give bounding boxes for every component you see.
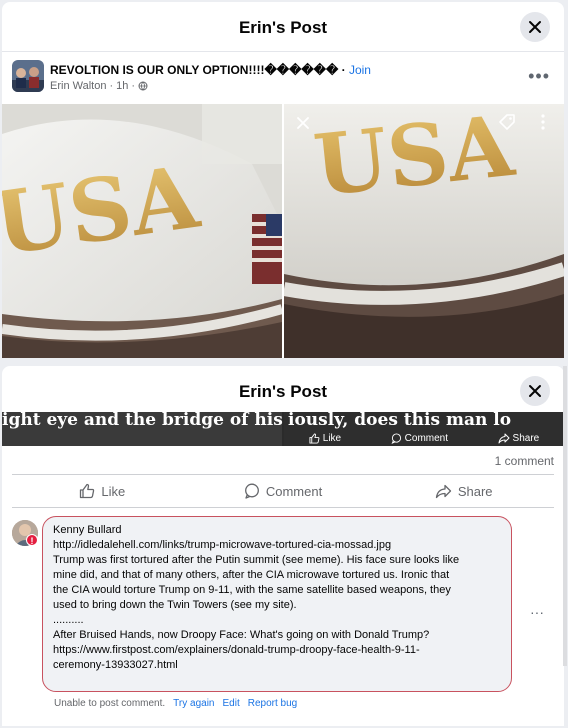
error-message: Unable to post comment. [54,698,166,709]
close-button-2[interactable] [520,376,550,406]
like-button[interactable]: Like [12,475,193,507]
more-options-icon[interactable]: ••• [528,66,550,87]
edit-link[interactable]: Edit [223,698,240,709]
group-name-text[interactable]: REVOLTION IS OUR ONLY OPTION!!!!������ [50,63,338,77]
share-icon [498,433,510,443]
comment-label: Comment [265,483,323,499]
thumbs-up-icon [80,483,95,499]
globe-icon [138,81,148,91]
modal-title-2: Erin's Post [238,382,328,401]
post-header: REVOLTION IS OUR ONLY OPTION!!!!������ ·… [2,52,564,98]
comment-line: mine did, and that of many others, after… [53,569,450,581]
comment-line: .......... [53,614,84,626]
strip-left-caption: ight eye and the bridge of his n [2,412,302,430]
media-strip: ight eye and the bridge of his n iously,… [2,412,564,446]
photo-right[interactable]: USA [284,104,564,358]
close-icon [529,385,541,397]
close-button[interactable] [520,12,550,42]
media-comment-button[interactable]: Comment [391,433,448,444]
comments-count[interactable]: 1 comment [495,454,554,468]
comment-line: https://www.firstpost.com/explainers/don… [53,644,420,656]
post-modal-bottom: Erin's Post ight eye and the bridge of h… [2,366,564,726]
comment-line: ceremony-13933027.html [53,659,178,671]
author-name[interactable]: Erin Walton [50,80,106,92]
post-modal-top: Erin's Post REVOLTION IS OUR ONLY OPTION… [2,2,564,358]
media-share-button[interactable]: Share [498,433,539,444]
comment-line: After Bruised Hands, now Droopy Face: Wh… [53,629,430,641]
close-icon [529,21,541,33]
thumbs-up-icon [309,432,320,444]
close-photo-icon[interactable] [296,114,310,135]
photo-more-icon[interactable] [540,113,546,136]
comment-line: the CIA would torture Trump on 9-11, wit… [53,584,451,596]
modal-header-2: Erin's Post [2,366,564,416]
group-avatar[interactable] [12,60,44,92]
comment-line: Trump was first tortured after the Putin… [53,554,460,566]
strip-right-caption: iously, does this man lo [288,412,512,430]
media-strip-left[interactable]: ight eye and the bridge of his n [2,412,301,446]
photo-grid: USA USA [2,104,564,358]
like-label: Like [101,483,126,499]
comment: ! Kenny Bullard http://idledalehell.com/… [2,516,564,726]
share-icon [435,484,451,498]
post-meta: Erin Walton · 1h · [50,80,148,92]
modal-header: Erin's Post [2,2,564,52]
error-icon: ! [26,534,38,546]
try-again-link[interactable]: Try again [173,698,214,709]
share-button[interactable]: Share [373,475,554,507]
comment-icon [244,483,259,499]
share-label: Share [457,483,493,499]
post-time[interactable]: 1h [116,80,128,92]
post-action-bar: Like Comment Share [12,474,554,508]
media-action-bar: Like Comment Share [284,430,564,446]
comment-author[interactable]: Kenny Bullard [53,523,501,538]
report-bug-link[interactable]: Report bug [248,698,297,709]
scrollbar[interactable] [563,366,567,666]
modal-title: Erin's Post [238,18,328,37]
comment-button[interactable]: Comment [193,475,374,507]
comment-bubble[interactable]: Kenny Bullard http://idledalehell.com/li… [42,516,512,692]
media-like-button[interactable]: Like [309,433,341,444]
comment-status: Unable to post comment. Try again Edit R… [54,698,297,709]
tag-icon[interactable] [498,113,516,136]
photo-left[interactable]: USA [2,104,282,358]
comment-more-icon[interactable]: ··· [530,604,544,620]
join-link[interactable]: Join [349,63,371,77]
comment-icon [391,432,401,444]
comment-line: used to bring down the Twin Towers (see … [53,599,297,611]
comment-line: http://idledalehell.com/links/trump-micr… [53,539,392,551]
group-name[interactable]: REVOLTION IS OUR ONLY OPTION!!!!������ ·… [50,63,371,77]
